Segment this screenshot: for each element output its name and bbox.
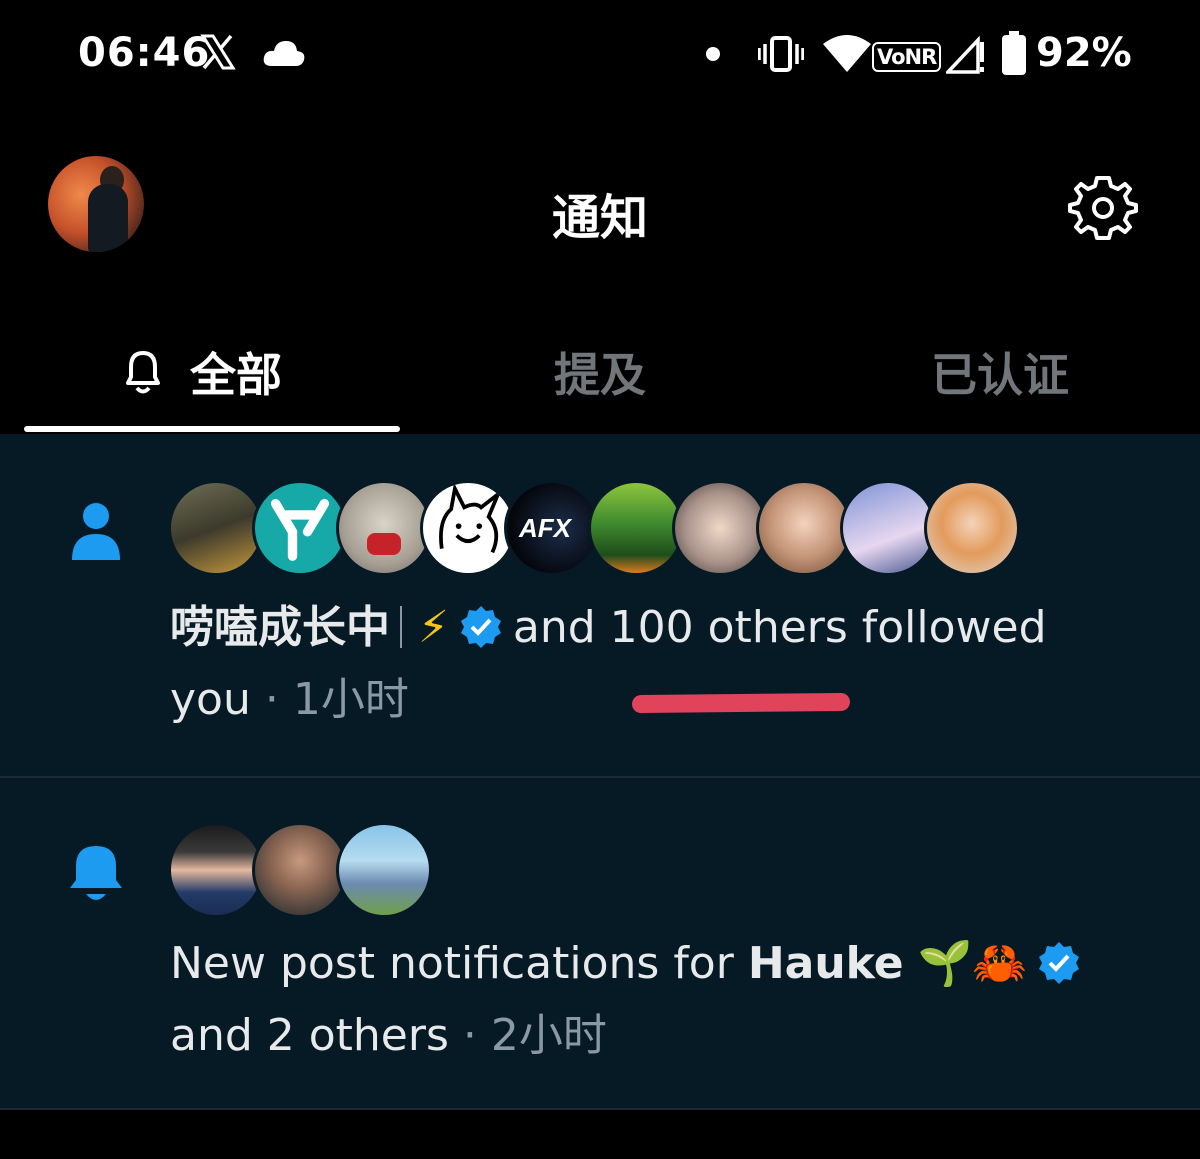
notification-follow[interactable]: AFX 唠嗑成长中 ⚡ and 100 others followed you · … <box>0 434 1200 778</box>
avatar[interactable] <box>336 480 432 576</box>
tab-verified[interactable]: 已认证 <box>800 310 1200 434</box>
verified-badge-icon <box>460 606 501 648</box>
separator: · <box>264 674 279 725</box>
verified-badge-icon <box>1039 942 1080 984</box>
follower-avatars: AFX <box>168 480 1020 576</box>
avatar[interactable] <box>168 480 264 576</box>
bell-filled-icon <box>70 846 122 900</box>
gear-icon[interactable] <box>1068 172 1138 242</box>
notification-text: New post notifications for Hauke 🌱🦀 and … <box>170 928 1140 1072</box>
wifi-icon <box>823 35 871 72</box>
active-tab-indicator <box>24 426 400 432</box>
notification-time: 1小时 <box>292 674 409 725</box>
vibrate-icon <box>758 36 804 72</box>
battery-percent: 92% <box>1036 30 1132 76</box>
bell-outline-icon <box>126 351 160 394</box>
tab-verified-label: 已认证 <box>931 348 1069 402</box>
signal-icon <box>946 35 984 74</box>
new-post-prefix: New post notifications for <box>170 938 734 989</box>
notification-text: 唠嗑成长中 ⚡ and 100 others followed you · 1小时 <box>170 592 1140 736</box>
avatar[interactable] <box>252 822 348 918</box>
app-header: 通知 <box>0 110 1200 310</box>
tab-all-label: 全部 <box>190 348 282 402</box>
follow-text: and 100 others followed <box>512 602 1047 653</box>
tab-bar: 全部 提及 已认证 <box>0 310 1200 434</box>
name-divider <box>400 606 402 648</box>
person-icon <box>72 503 120 560</box>
actor-name[interactable]: 唠嗑成长中 <box>170 602 390 653</box>
notification-time: 2小时 <box>490 1010 607 1061</box>
tab-all[interactable]: 全部 <box>0 310 400 434</box>
avatar[interactable] <box>252 480 348 576</box>
separator: · <box>462 1010 477 1061</box>
tab-mentions[interactable]: 提及 <box>400 310 800 434</box>
avatar[interactable] <box>420 480 516 576</box>
sprout-crab-emoji: 🌱🦀 <box>917 938 1028 989</box>
avatar[interactable] <box>168 822 264 918</box>
avatar[interactable] <box>336 822 432 918</box>
notification-new-post[interactable]: New post notifications for Hauke 🌱🦀 and … <box>0 778 1200 1110</box>
poster-avatars <box>168 822 432 918</box>
avatar[interactable] <box>924 480 1020 576</box>
others-text: and 2 others <box>170 1010 449 1061</box>
avatar[interactable] <box>672 480 768 576</box>
lightning-emoji: ⚡ <box>418 602 449 653</box>
avatar[interactable]: AFX <box>504 480 600 576</box>
x-logo-icon <box>200 34 236 70</box>
battery-icon <box>1002 31 1026 75</box>
follow-text-2: you <box>170 674 251 725</box>
cloud-icon <box>263 41 305 66</box>
avatar[interactable] <box>588 480 684 576</box>
notification-dot-icon <box>706 47 720 61</box>
annotation-underline <box>631 692 851 714</box>
page-title: 通知 <box>551 190 648 246</box>
next-item-peek <box>0 1110 1200 1159</box>
status-bar: 06:46 VoNR 92% <box>0 0 1200 110</box>
avatar[interactable] <box>756 480 852 576</box>
network-badge: VoNR <box>872 42 942 72</box>
actor-name[interactable]: Hauke <box>748 938 904 989</box>
status-time: 06:46 <box>78 30 211 76</box>
avatar[interactable] <box>840 480 936 576</box>
tab-mentions-label: 提及 <box>554 348 646 402</box>
